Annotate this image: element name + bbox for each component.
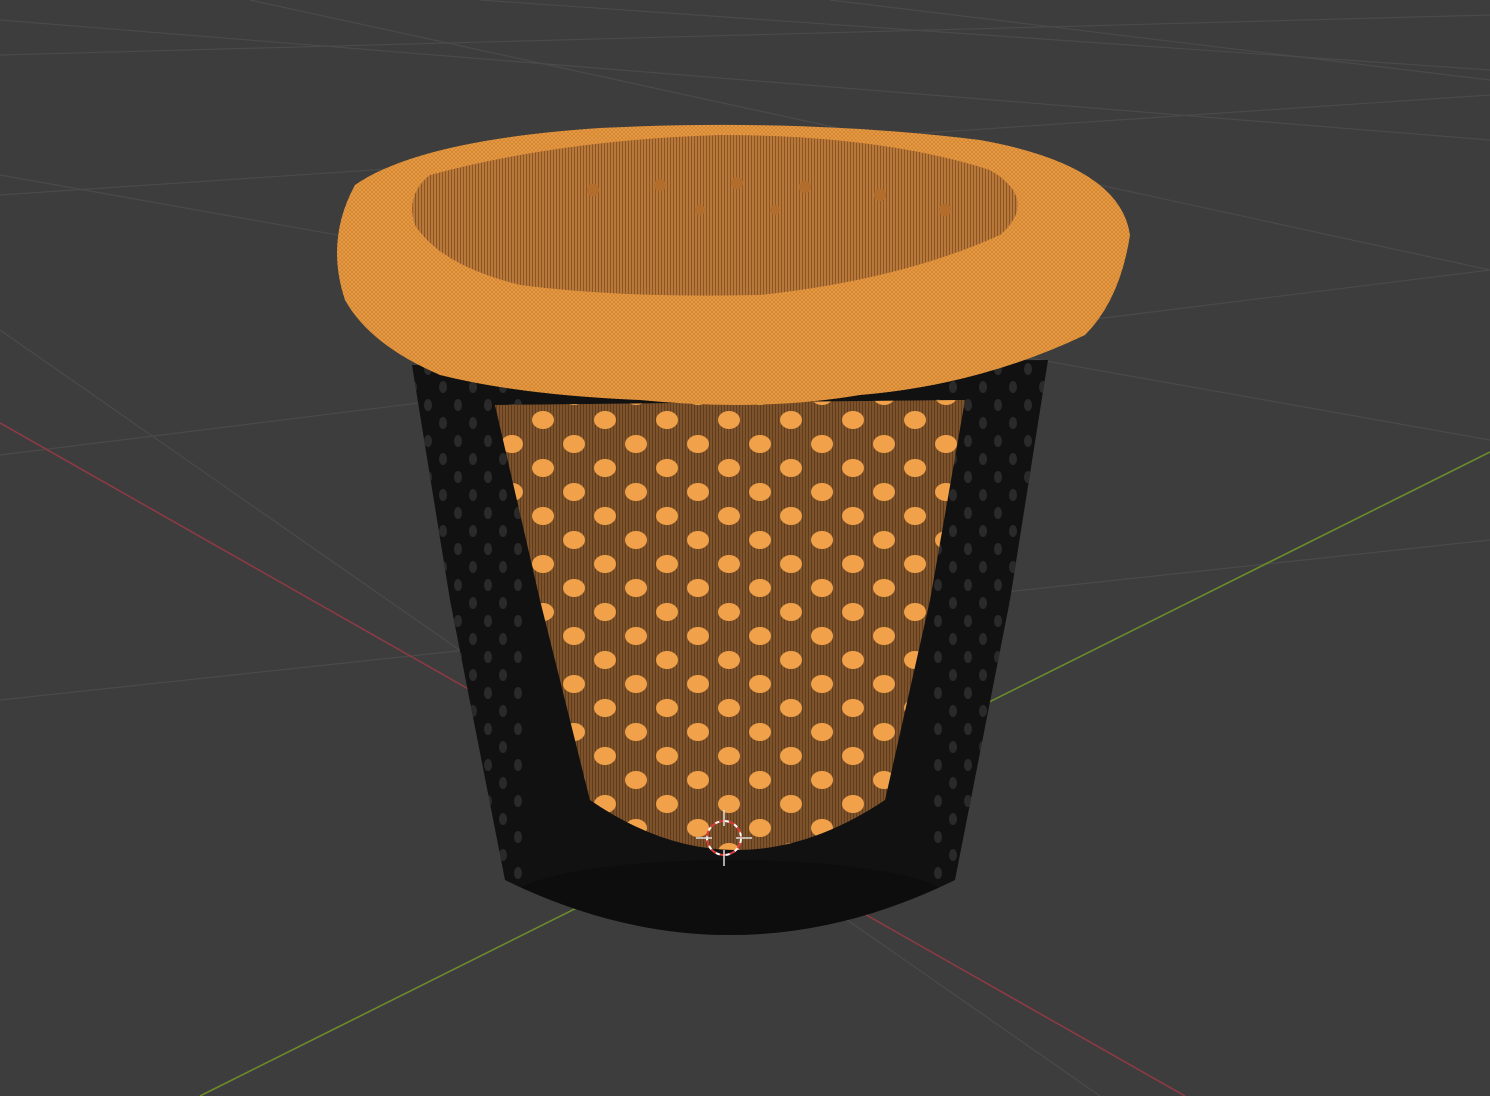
- cloth-liner[interactable]: [337, 124, 1130, 405]
- 3d-viewport[interactable]: [0, 0, 1490, 1096]
